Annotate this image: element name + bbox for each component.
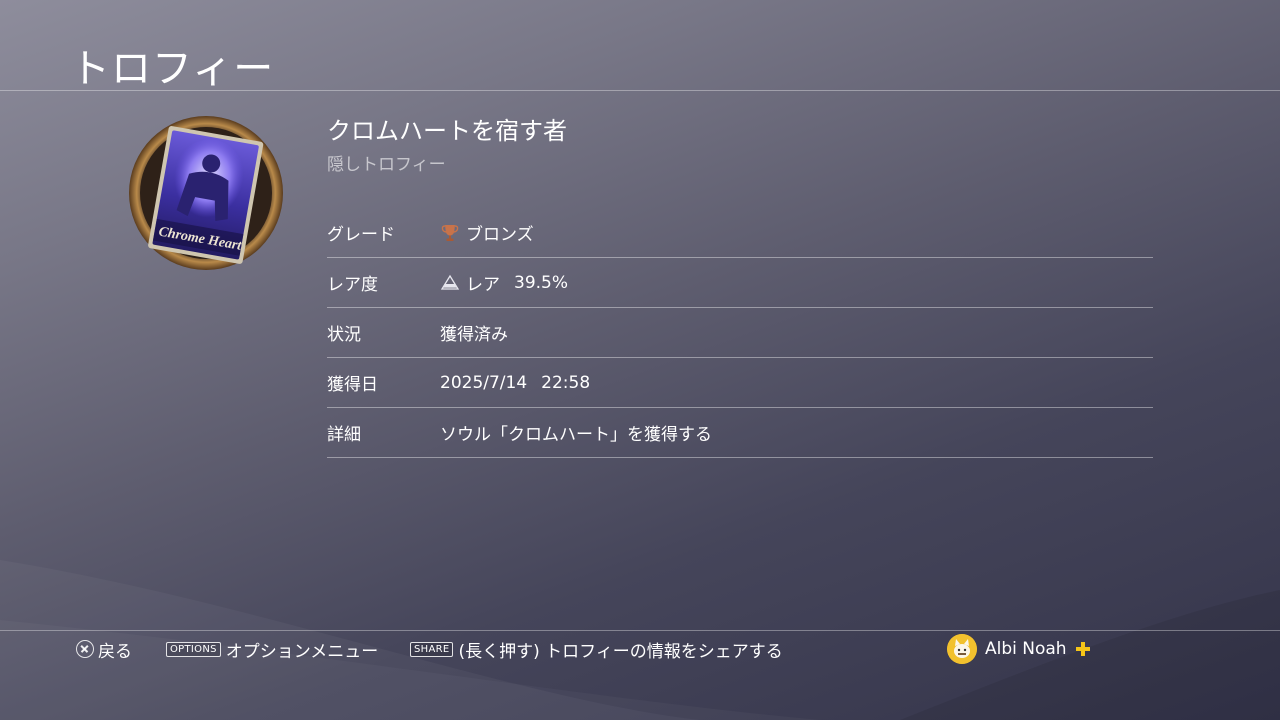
footer-button-guide: 戻る OPTIONS オプションメニュー SHARE (長く押す) トロフィーの… <box>0 634 1280 664</box>
options-key-icon: OPTIONS <box>166 641 221 657</box>
detail-value: 2025/7/14 22:58 <box>440 373 590 393</box>
back-button[interactable]: 戻る <box>76 636 132 662</box>
detail-label: グレード <box>327 225 395 245</box>
share-key-icon: SHARE <box>410 641 454 657</box>
share-button[interactable]: SHARE (長く押す) トロフィーの情報をシェアする <box>410 636 783 662</box>
rarity-pyramid-icon <box>440 274 460 290</box>
grade-value: ブロンズ <box>466 225 534 245</box>
share-label: (長く押す) トロフィーの情報をシェアする <box>458 641 783 662</box>
trophy-name: クロムハートを宿す者 <box>327 117 567 145</box>
earned-date-value: 2025/7/14 <box>440 372 528 393</box>
username: Albi Noah <box>985 639 1067 659</box>
user-profile[interactable]: Albi Noah <box>947 634 1091 664</box>
footer-divider <box>0 630 1280 631</box>
chrome-heart-trophy-icon: Chrome Heart <box>129 116 283 270</box>
rarity-percent: 39.5% <box>514 272 569 293</box>
detail-row-earned-date: 獲得日 2025/7/14 22:58 <box>327 358 1153 408</box>
cross-button-icon <box>76 640 94 658</box>
detail-row-grade: グレード ブロンズ <box>327 208 1153 258</box>
detail-row-description: 詳細 ソウル「クロムハート」を獲得する <box>327 408 1153 458</box>
detail-value: 獲得済み <box>440 320 508 345</box>
detail-value: レア 39.5% <box>440 270 568 295</box>
detail-label: 獲得日 <box>327 375 378 395</box>
rarity-value: レア <box>466 275 500 295</box>
earned-time-value: 22:58 <box>541 372 591 393</box>
bronze-trophy-icon <box>441 224 459 241</box>
trophy-detail-table: グレード ブロンズ レア度 レア 39.5% 状況 獲得済み 獲得日 2025/… <box>327 208 1153 458</box>
page-title: トロフィー <box>70 46 275 92</box>
detail-row-status: 状況 獲得済み <box>327 308 1153 358</box>
options-label: オプションメニュー <box>225 641 379 662</box>
description-value: ソウル「クロムハート」を獲得する <box>440 425 712 445</box>
options-menu-button[interactable]: OPTIONS オプションメニュー <box>166 636 378 662</box>
detail-value: ソウル「クロムハート」を獲得する <box>440 420 712 445</box>
trophy-subtitle: 隠しトロフィー <box>327 155 446 175</box>
detail-value: ブロンズ <box>440 220 534 245</box>
detail-label: 状況 <box>327 325 361 345</box>
status-value: 獲得済み <box>440 325 508 345</box>
ps-plus-icon <box>1075 642 1090 656</box>
header-divider <box>0 90 1280 91</box>
avatar <box>947 634 977 664</box>
back-label: 戻る <box>98 641 132 662</box>
detail-row-rarity: レア度 レア 39.5% <box>327 258 1153 308</box>
detail-label: 詳細 <box>327 425 361 445</box>
detail-label: レア度 <box>327 275 378 295</box>
